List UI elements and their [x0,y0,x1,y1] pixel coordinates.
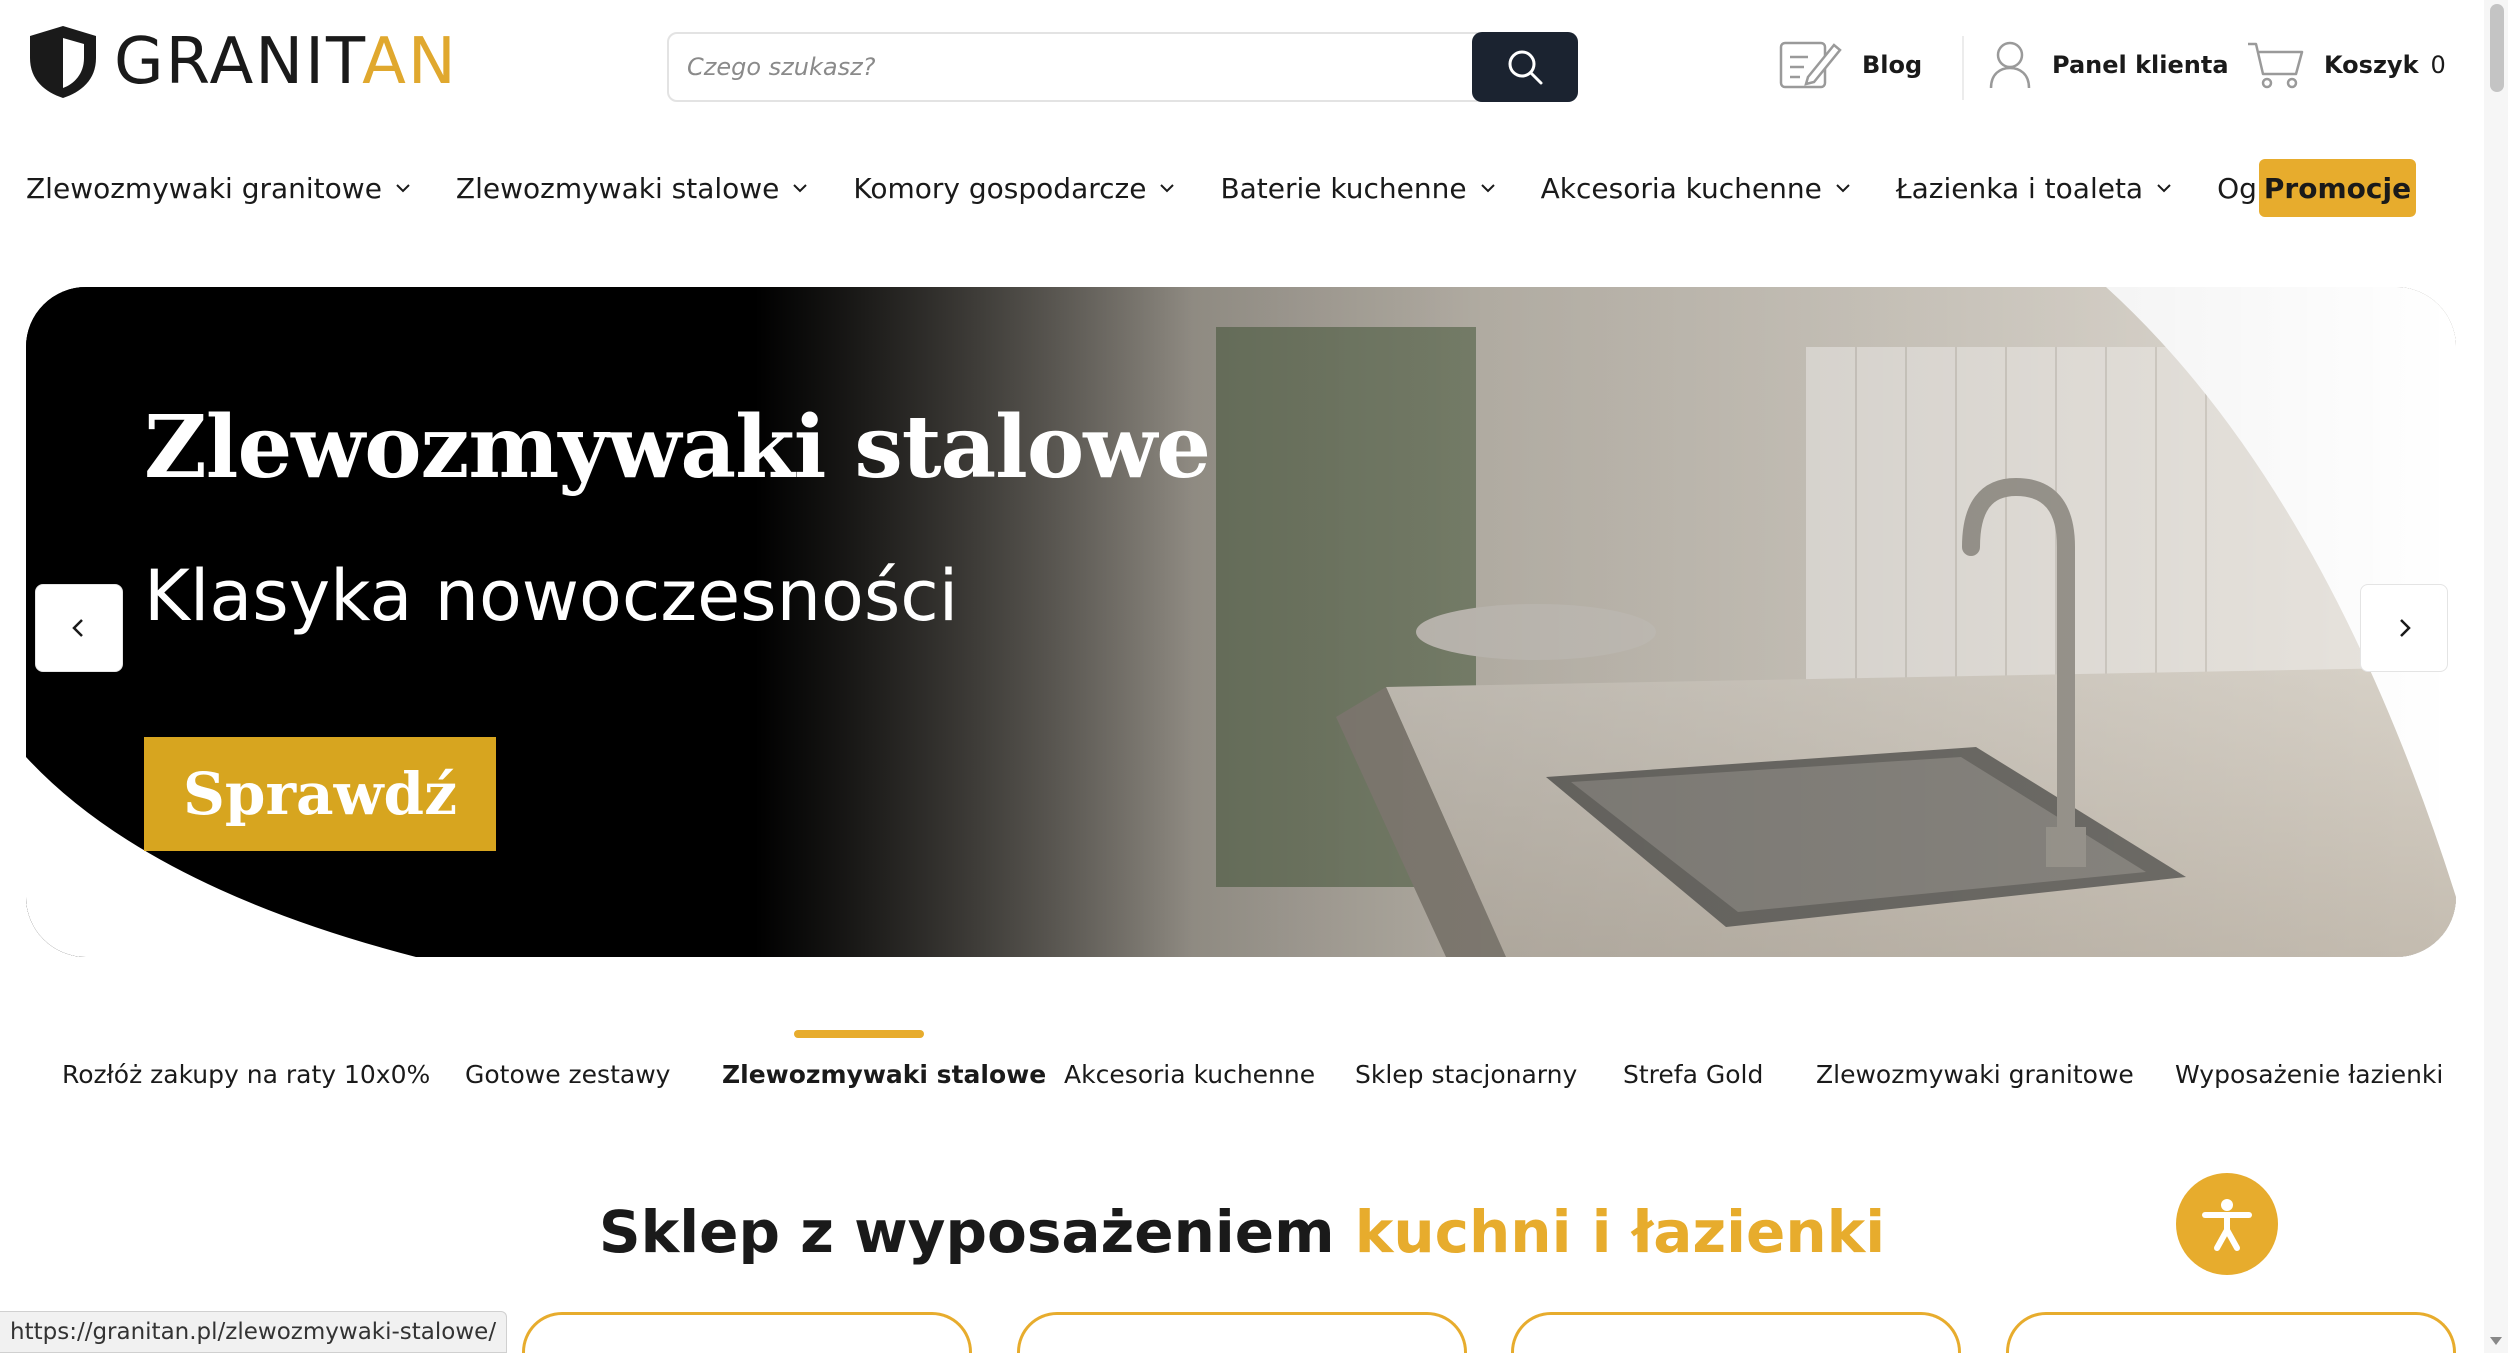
category-card[interactable] [2006,1312,2456,1353]
panel-label: Panel klienta [2052,51,2229,79]
chevron-down-icon [396,184,410,193]
nav-item-steel-sinks[interactable]: Zlewozmywaki stalowe [456,172,809,205]
hero-subtitle: Klasyka nowoczesności [144,555,959,637]
tab-stationary-store[interactable]: Sklep stacjonarny [1355,1060,1577,1089]
active-tab-indicator [794,1030,924,1038]
nav-item-kitchen-accessories[interactable]: Akcesoria kuchenne [1541,172,1852,205]
nav-label: Baterie kuchenne [1220,171,1467,205]
hero-title: Zlewozmywaki stalowe [144,397,1211,498]
chevron-down-icon [2157,184,2171,193]
search-button[interactable] [1472,32,1578,102]
search-bar [667,32,1578,102]
tab-gold-zone[interactable]: Strefa Gold [1623,1060,1763,1089]
user-icon [1989,41,2031,89]
customer-panel-link[interactable]: Panel klienta [1988,30,2229,100]
tab-installments[interactable]: Rozłóż zakupy na raty 10x0% [62,1060,430,1089]
header-divider [1962,36,1964,100]
nav-label: Zlewozmywaki stalowe [455,171,780,205]
tab-bathroom-equipment[interactable]: Wyposażenie łazienki [2175,1060,2443,1089]
chevron-down-icon [1160,184,1175,193]
cart-label: Koszyk [2324,51,2419,79]
promotions-button[interactable]: Promocje [2259,159,2416,217]
nav-item-bathroom[interactable]: Łazienka i toaleta [1896,172,2173,205]
category-card[interactable] [1511,1312,1961,1353]
search-input[interactable] [687,34,1467,100]
cart-icon [2248,42,2304,89]
nav-item-granite-sinks[interactable]: Zlewozmywaki granitowe [26,172,412,205]
chevron-down-icon [793,184,808,193]
nav-item-utility-sinks[interactable]: Komory gospodarcze [853,172,1176,205]
logo[interactable]: GRANITAN [26,24,458,100]
slider-tabs: Rozłóż zakupy na raty 10x0% Gotowe zesta… [40,1030,2443,1120]
blog-link[interactable]: Blog [1778,30,1922,100]
site-header: GRANITAN Blog Panel klienta [0,0,2484,140]
nav-label: Akcesoria kuchenne [1540,171,1822,205]
scroll-down-arrow-icon[interactable] [2490,1337,2502,1345]
chevron-right-icon [2400,619,2411,637]
category-card[interactable] [1017,1312,1467,1353]
hero-banner: Zlewozmywaki stalowe Klasyka nowoczesnoś… [26,287,2456,957]
category-card[interactable] [522,1312,972,1353]
logo-text: GRANITAN [114,25,458,99]
tab-ready-sets[interactable]: Gotowe zestawy [465,1060,670,1089]
accessibility-button[interactable] [2176,1173,2278,1275]
nav-label: Łazienka i toaleta [1895,171,2144,205]
cart-count: 0 [2430,51,2446,79]
tab-granite-sinks[interactable]: Zlewozmywaki granitowe [1816,1060,2134,1089]
main-nav: Zlewozmywaki granitowe Zlewozmywaki stal… [26,158,2377,218]
accessibility-icon [2202,1199,2252,1251]
search-icon [1508,50,1543,85]
nav-label: Komory gospodarcze [853,171,1147,205]
chevron-down-icon [1480,184,1495,193]
hero-cta-button[interactable]: Sprawdź [144,737,496,851]
shield-logo-icon [30,26,96,98]
chevron-left-icon [72,619,83,637]
tab-steel-sinks[interactable]: Zlewozmywaki stalowe [722,1060,1046,1089]
blog-pencil-icon [1779,41,1842,89]
chevron-down-icon [1836,184,1850,193]
slider-prev-button[interactable] [35,584,123,672]
section-title: Sklep z wyposażeniem kuchni i łazienki [598,1198,1886,1266]
slider-next-button[interactable] [2360,584,2448,672]
nav-item-kitchen-faucets[interactable]: Baterie kuchenne [1220,172,1496,205]
cart-link[interactable]: Koszyk 0 [2246,30,2446,100]
tab-kitchen-accessories[interactable]: Akcesoria kuchenne [1064,1060,1315,1089]
blog-label: Blog [1862,51,1923,79]
scrollbar-thumb[interactable] [2490,4,2504,92]
scrollbar[interactable] [2484,0,2508,1353]
nav-label: Zlewozmywaki granitowe [26,171,382,205]
status-bar-url: https://granitan.pl/zlewozmywaki-stalowe… [0,1311,508,1353]
